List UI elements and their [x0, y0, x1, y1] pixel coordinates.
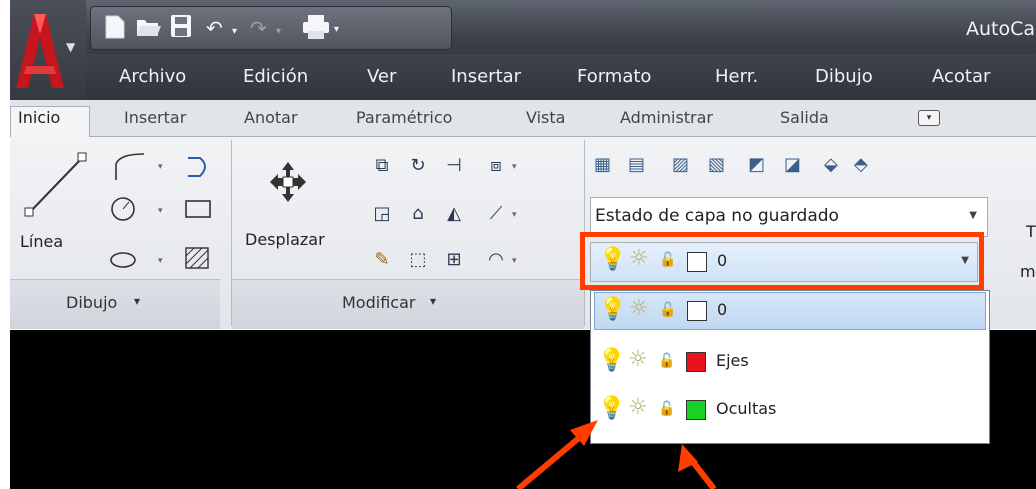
offset-dropdown-icon[interactable]: ▾	[512, 256, 517, 266]
menu-ver[interactable]: Ver	[367, 66, 396, 87]
line-tool-icon[interactable]	[22, 150, 92, 222]
layer-color-swatch[interactable]	[687, 301, 707, 321]
polyline-icon[interactable]	[110, 150, 150, 184]
autocad-logo-icon[interactable]	[12, 8, 68, 92]
explode-dropdown-icon[interactable]: ▾	[512, 210, 517, 220]
circle-dropdown-icon[interactable]: ▾	[158, 206, 163, 216]
redo-dropdown-icon[interactable]: ▾	[276, 22, 281, 42]
new-icon[interactable]	[104, 14, 126, 40]
layer-color-swatch[interactable]	[687, 252, 707, 272]
menu-edicion[interactable]: Edición	[243, 66, 308, 87]
erase-icon[interactable]: ⧈	[481, 152, 511, 180]
menu-formato[interactable]: Formato	[577, 66, 651, 87]
layer-unlock-icon[interactable]: 🔓	[658, 353, 675, 369]
application-title: AutoCa	[966, 18, 1036, 40]
move-icon[interactable]	[268, 160, 308, 204]
current-layer-name: 0	[717, 251, 728, 270]
menu-acotar[interactable]: Acotar	[932, 66, 990, 87]
layer-row-ejes[interactable]: 💡 ☼ 🔓 Ejes	[594, 344, 984, 380]
open-icon[interactable]	[136, 16, 162, 38]
erase-dropdown-icon[interactable]: ▾	[512, 162, 517, 172]
layer-state-text: Estado de capa no guardado	[595, 206, 839, 226]
copy-icon[interactable]: ⧉	[367, 152, 397, 180]
explode-icon[interactable]: ⟋	[481, 200, 511, 228]
tab-insertar[interactable]: Insertar	[124, 108, 186, 127]
customize-qat-icon[interactable]: ▾	[334, 20, 339, 40]
application-menu-arrow-icon[interactable]: ▼	[66, 40, 75, 54]
offset-icon[interactable]: ◠	[481, 246, 511, 274]
stretch-icon[interactable]: ◲	[367, 200, 397, 228]
dibujo-panel-title[interactable]: Dibujo ▾	[10, 279, 220, 329]
layer-match-icon[interactable]: ▨	[672, 154, 689, 175]
layer-color-swatch[interactable]	[686, 352, 706, 372]
dibujo-panel-expand-icon[interactable]: ▾	[134, 294, 140, 308]
layer-unlock-icon[interactable]: 🔓	[659, 302, 676, 318]
edit-pencil-icon[interactable]: ✎	[367, 246, 397, 274]
line-tool-label[interactable]: Línea	[20, 232, 63, 251]
layer-freeze-icon[interactable]: ⬙	[824, 154, 838, 175]
tab-inicio[interactable]: Inicio	[18, 108, 60, 127]
ellipse-icon[interactable]	[108, 248, 138, 272]
save-icon[interactable]	[170, 14, 192, 38]
tab-vista[interactable]: Vista	[526, 108, 565, 127]
layer-thaw-sun-icon[interactable]: ☼	[629, 296, 649, 321]
menu-insertar[interactable]: Insertar	[451, 66, 521, 87]
tab-salida[interactable]: Salida	[780, 108, 829, 127]
layer-thaw-sun-icon[interactable]: ☼	[629, 246, 649, 271]
layer-on-bulb-icon[interactable]: 💡	[598, 348, 625, 373]
arc-icon[interactable]	[182, 154, 214, 182]
menu-herr[interactable]: Herr.	[715, 66, 758, 87]
modificar-panel-expand-icon[interactable]: ▾	[430, 294, 436, 308]
undo-dropdown-icon[interactable]: ▾	[232, 22, 237, 42]
layer-on-bulb-icon[interactable]: 💡	[599, 297, 626, 322]
dibujo-panel-label[interactable]: Dibujo	[66, 293, 117, 312]
layer-row-0[interactable]: 💡 ☼ 🔓 0	[594, 292, 986, 330]
trim-icon[interactable]: ⊣	[439, 152, 469, 180]
cut-text-1: T	[1026, 222, 1036, 241]
layer-on-bulb-icon[interactable]: 💡	[599, 247, 626, 272]
undo-icon[interactable]: ↶	[206, 18, 223, 38]
rotate-icon[interactable]: ↻	[403, 152, 433, 180]
window-edge	[0, 0, 10, 489]
layer-off-icon[interactable]: ⬘	[854, 154, 868, 175]
plot-icon[interactable]	[302, 14, 330, 40]
mirror-icon[interactable]: ◭	[439, 200, 469, 228]
move-tool-label[interactable]: Desplazar	[245, 230, 325, 249]
menu-archivo[interactable]: Archivo	[119, 66, 186, 87]
modificar-panel-label[interactable]: Modificar	[342, 293, 415, 312]
annotation-arrows	[516, 420, 717, 489]
layer-properties-icon[interactable]: ▦	[594, 154, 611, 175]
layer-name: Ejes	[716, 351, 749, 370]
fillet-icon[interactable]: ⌂	[403, 200, 433, 228]
tab-anotar[interactable]: Anotar	[244, 108, 298, 127]
layer-combo-arrow-icon[interactable]: ▼	[961, 255, 969, 266]
layer-isolate-icon[interactable]: ◩	[748, 154, 765, 175]
layer-make-current-icon[interactable]: ▤	[628, 154, 645, 175]
cut-text-2: m	[1020, 262, 1036, 281]
menu-dibujo[interactable]: Dibujo	[815, 66, 873, 87]
layer-state-dropdown[interactable]: Estado de capa no guardado ▼	[590, 197, 988, 237]
circle-icon[interactable]	[108, 194, 138, 224]
layer-state-arrow-icon[interactable]: ▼	[969, 210, 977, 221]
scale-icon[interactable]: ⬚	[403, 246, 433, 274]
layer-unlock-icon[interactable]: 🔓	[659, 252, 676, 268]
redo-icon[interactable]: ↷	[250, 18, 267, 38]
rectangle-icon[interactable]	[182, 196, 214, 222]
tab-administrar[interactable]: Administrar	[620, 108, 713, 127]
layer-thaw-sun-icon[interactable]: ☼	[628, 347, 648, 372]
layer-combo[interactable]: 💡 ☼ 🔓 0 ▼	[590, 242, 978, 282]
tab-parametrico[interactable]: Paramétrico	[356, 108, 452, 127]
polyline-dropdown-icon[interactable]: ▾	[158, 162, 163, 172]
modificar-panel-title[interactable]: Modificar ▾	[232, 279, 584, 329]
layer-name: 0	[717, 300, 728, 319]
minimize-ribbon-icon[interactable]: ▾	[918, 110, 940, 126]
layer-unisolate-icon[interactable]: ◪	[784, 154, 801, 175]
hatch-icon[interactable]	[182, 244, 212, 272]
layer-previous-icon[interactable]: ▧	[708, 154, 725, 175]
ellipse-dropdown-icon[interactable]: ▾	[158, 256, 163, 266]
array-icon[interactable]: ⊞	[439, 246, 469, 274]
